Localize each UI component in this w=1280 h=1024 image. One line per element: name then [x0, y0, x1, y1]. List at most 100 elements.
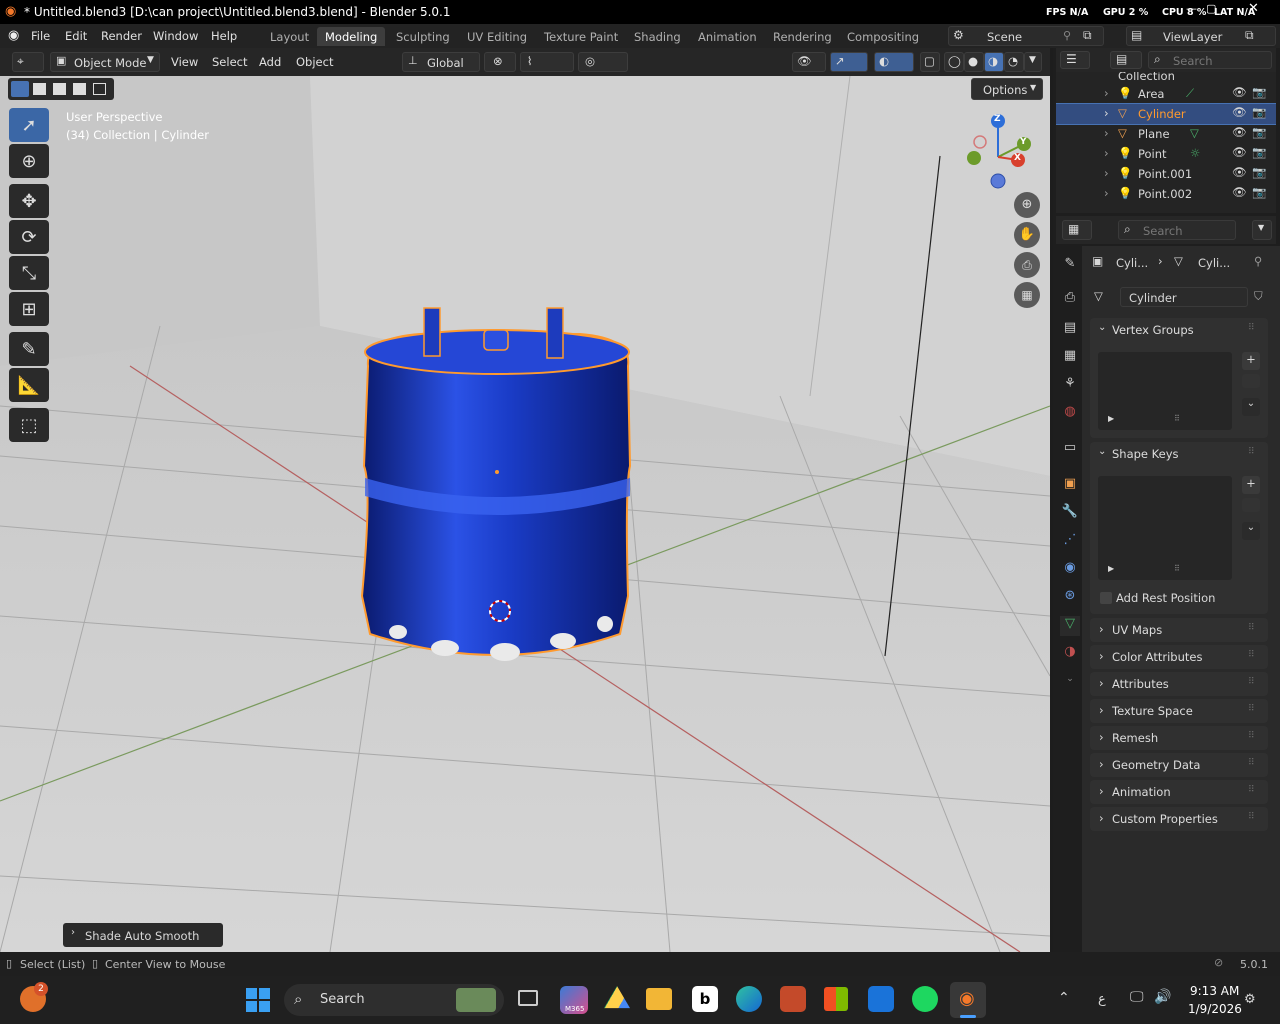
- render-tab-icon[interactable]: ⎙: [1060, 290, 1080, 310]
- game-app-icon[interactable]: [780, 986, 806, 1012]
- spotify-icon[interactable]: [912, 986, 938, 1012]
- menu-file[interactable]: File: [31, 29, 50, 43]
- drag-handle-icon[interactable]: ⠿: [1248, 704, 1255, 714]
- file-explorer-icon[interactable]: [646, 988, 672, 1010]
- select-intersect-icon[interactable]: [93, 83, 106, 95]
- menu-help[interactable]: Help: [211, 29, 237, 43]
- display-mode-button[interactable]: ▤: [1110, 51, 1142, 69]
- color-attributes-panel[interactable]: › Color Attributes ⠿: [1090, 645, 1268, 669]
- rotate-tool[interactable]: ⟳: [9, 220, 49, 254]
- camera-icon[interactable]: 📷: [1252, 105, 1266, 119]
- camera-icon[interactable]: 📷: [1252, 125, 1266, 139]
- resize-handle-icon[interactable]: ⠿: [1174, 564, 1180, 573]
- blender-taskbar-icon[interactable]: ◉: [950, 982, 986, 1018]
- tab-shading[interactable]: Shading: [626, 27, 689, 46]
- outliner-editor-type-button[interactable]: ☰: [1060, 51, 1090, 69]
- tool-tab-icon[interactable]: ✎: [1060, 256, 1080, 276]
- add-vertex-group-button[interactable]: +: [1242, 352, 1260, 370]
- outlook-icon[interactable]: [868, 986, 894, 1012]
- scale-tool[interactable]: ⤡: [9, 256, 49, 290]
- physics-tab-icon[interactable]: ◉: [1060, 560, 1080, 580]
- mode-dropdown[interactable]: ▣ Object Mode ▼: [50, 52, 160, 72]
- transform-orientation-dropdown[interactable]: ⊥ Global: [402, 52, 480, 72]
- proportional-edit-button[interactable]: ◎: [578, 52, 628, 72]
- network-icon[interactable]: 🖵: [1130, 989, 1144, 1005]
- new-scene-icon[interactable]: ⧉: [1083, 28, 1092, 43]
- tab-texture-paint[interactable]: Texture Paint: [536, 27, 626, 46]
- select-invert-icon[interactable]: [73, 83, 86, 95]
- google-drive-icon[interactable]: [604, 986, 630, 1009]
- outliner-search-input[interactable]: ⌕ Search: [1148, 51, 1272, 69]
- outliner-row-cylinder[interactable]: › ▽ Cylinder 👁 📷: [1056, 103, 1276, 125]
- microsoft-store-icon[interactable]: [824, 987, 848, 1011]
- custom-properties-panel[interactable]: › Custom Properties ⠿: [1090, 807, 1268, 831]
- tab-modeling[interactable]: Modeling: [317, 27, 386, 46]
- uv-maps-panel[interactable]: › UV Maps ⠿: [1090, 618, 1268, 642]
- clock-time[interactable]: 9:13 AM: [1190, 984, 1239, 998]
- last-operator-panel[interactable]: › Shade Auto Smooth: [63, 923, 223, 947]
- constraints-tab-icon[interactable]: ⊛: [1060, 588, 1080, 608]
- shading-options-button[interactable]: ▼: [1024, 52, 1042, 72]
- camera-icon[interactable]: 📷: [1252, 165, 1266, 179]
- texture-space-panel[interactable]: › Texture Space ⠿: [1090, 699, 1268, 723]
- blender-menu-icon[interactable]: ◉: [8, 28, 19, 43]
- new-viewlayer-icon[interactable]: ⧉: [1245, 28, 1254, 43]
- select-new-icon[interactable]: [11, 81, 29, 97]
- breadcrumb-mesh[interactable]: Cyli...: [1198, 256, 1230, 270]
- shading-wireframe-button[interactable]: ◯: [944, 52, 964, 72]
- material-tab-icon[interactable]: ◑: [1060, 644, 1080, 664]
- vertex-group-specials-button[interactable]: ⌄: [1242, 398, 1260, 416]
- camera-icon[interactable]: 📷: [1252, 145, 1266, 159]
- menu-add[interactable]: Add: [259, 55, 281, 69]
- camera-icon[interactable]: 📷: [1252, 185, 1266, 199]
- shading-material-button[interactable]: ◑: [984, 52, 1004, 72]
- zoom-icon[interactable]: ⊕: [1014, 192, 1040, 218]
- view-layer-tab-icon[interactable]: ▦: [1060, 348, 1080, 368]
- menu-window[interactable]: Window: [153, 29, 198, 43]
- tab-layout[interactable]: Layout: [262, 27, 317, 46]
- close-icon[interactable]: ✕: [1248, 1, 1259, 16]
- chevron-down-icon[interactable]: ⌄: [1098, 322, 1106, 333]
- eye-icon[interactable]: 👁: [1232, 125, 1247, 139]
- attributes-panel[interactable]: › Attributes ⠿: [1090, 672, 1268, 696]
- shape-key-list[interactable]: ▶ ⠿: [1098, 476, 1232, 580]
- animation-panel[interactable]: › Animation ⠿: [1090, 780, 1268, 804]
- properties-editor-type-button[interactable]: ▦: [1062, 220, 1092, 240]
- annotate-tool[interactable]: ✎: [9, 332, 49, 366]
- transform-tool[interactable]: ⊞: [9, 292, 49, 326]
- taskbar-search[interactable]: ⌕ Search: [284, 984, 504, 1016]
- mesh-name-field[interactable]: Cylinder: [1120, 287, 1248, 307]
- menu-object[interactable]: Object: [296, 55, 333, 69]
- menu-edit[interactable]: Edit: [65, 29, 87, 43]
- snap-button[interactable]: ⌇: [520, 52, 574, 72]
- tab-uv-editing[interactable]: UV Editing: [459, 27, 535, 46]
- ortho-grid-icon[interactable]: ▦: [1014, 282, 1040, 308]
- drag-handle-icon[interactable]: ⠿: [1248, 623, 1255, 633]
- start-button[interactable]: [246, 988, 270, 1012]
- select-extend-icon[interactable]: [33, 83, 46, 95]
- options-button[interactable]: Options ▼: [971, 78, 1043, 100]
- shape-key-specials-button[interactable]: ⌄: [1242, 522, 1260, 540]
- drag-handle-icon[interactable]: ⠿: [1248, 650, 1255, 660]
- outliner-row-point001[interactable]: › 💡 Point.001 👁 📷: [1056, 164, 1276, 184]
- task-view-icon[interactable]: [516, 986, 542, 1012]
- mesh-datablock-selector[interactable]: ▽ Cylinder ⛉: [1090, 286, 1270, 308]
- minimize-icon[interactable]: —: [1186, 2, 1197, 15]
- properties-search-input[interactable]: ⌕ Search: [1118, 220, 1236, 240]
- collection-tab-icon[interactable]: ▭: [1060, 440, 1080, 460]
- clock-date[interactable]: 1/9/2026: [1188, 1002, 1242, 1016]
- tab-rendering[interactable]: Rendering: [765, 27, 840, 46]
- menu-view[interactable]: View: [171, 55, 198, 69]
- 3d-viewport[interactable]: User Perspective (34) Collection | Cylin…: [0, 76, 1050, 952]
- drag-handle-icon[interactable]: ⠿: [1248, 731, 1255, 741]
- remesh-panel[interactable]: › Remesh ⠿: [1090, 726, 1268, 750]
- eye-icon[interactable]: 👁: [1232, 105, 1247, 119]
- shading-solid-button[interactable]: ●: [964, 52, 984, 72]
- outliner-row-point[interactable]: › 💡 Point ☼ 👁 📷: [1056, 144, 1276, 164]
- drag-handle-icon[interactable]: ⠿: [1248, 447, 1255, 457]
- output-tab-icon[interactable]: ▤: [1060, 320, 1080, 340]
- outliner-row-plane[interactable]: › ▽ Plane ▽ 👁 📷: [1056, 124, 1276, 144]
- scene-tab-icon[interactable]: ⚘: [1060, 376, 1080, 396]
- input-language[interactable]: ع: [1098, 992, 1106, 1007]
- maximize-icon[interactable]: ▢: [1206, 2, 1216, 15]
